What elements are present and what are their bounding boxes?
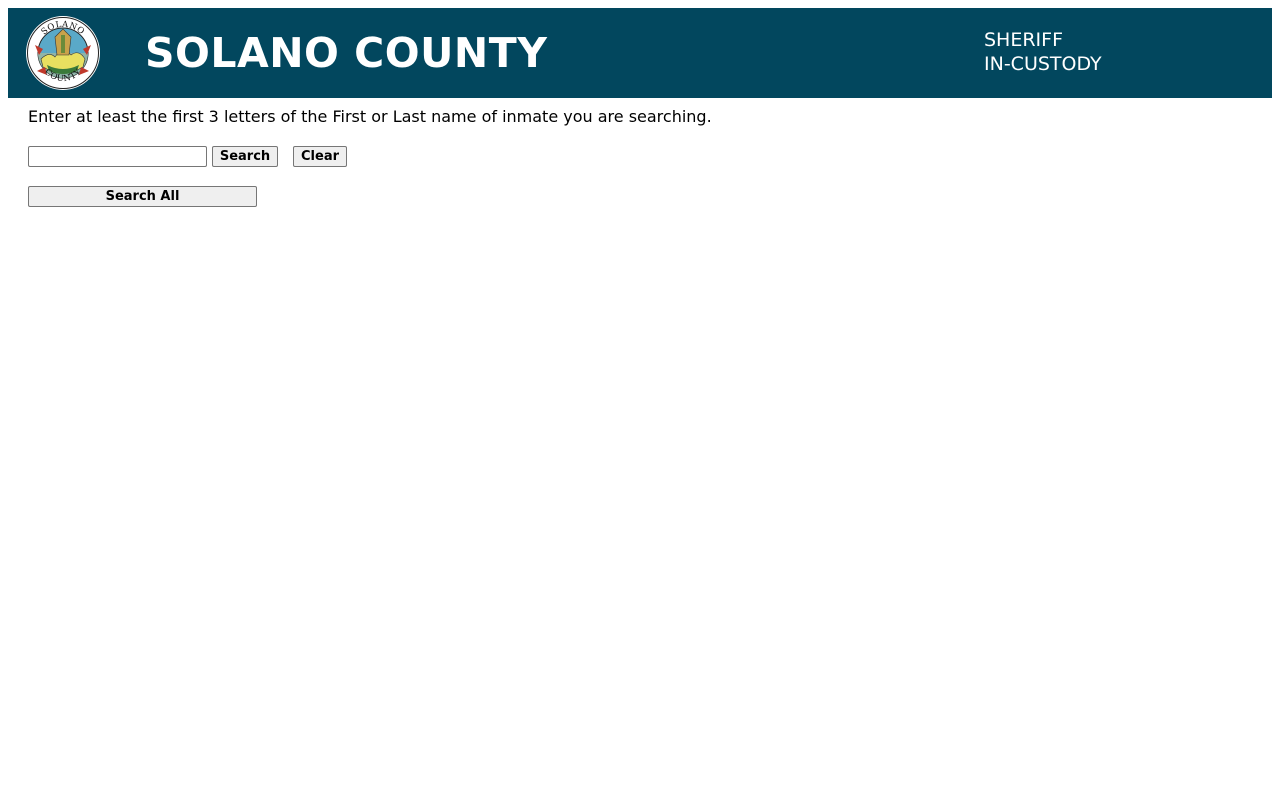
- clear-button[interactable]: Clear: [293, 146, 347, 167]
- county-seal-logo: SOLANO COUNTY: [26, 16, 100, 90]
- search-button[interactable]: Search: [212, 146, 278, 167]
- name-search-input[interactable]: [28, 146, 207, 167]
- search-instructions: Enter at least the first 3 letters of th…: [28, 107, 712, 126]
- search-all-button[interactable]: Search All: [28, 186, 257, 207]
- department-label: SHERIFF IN-CUSTODY: [984, 28, 1102, 76]
- header-banner: SOLANO COUNTY SOLANO COUNTY SHERIFF IN-C…: [8, 8, 1272, 98]
- page: SOLANO COUNTY SOLANO COUNTY SHERIFF IN-C…: [0, 0, 1280, 800]
- county-title: SOLANO COUNTY: [145, 29, 548, 77]
- department-line-in-custody: IN-CUSTODY: [984, 53, 1102, 75]
- department-line-sheriff: SHERIFF: [984, 29, 1064, 51]
